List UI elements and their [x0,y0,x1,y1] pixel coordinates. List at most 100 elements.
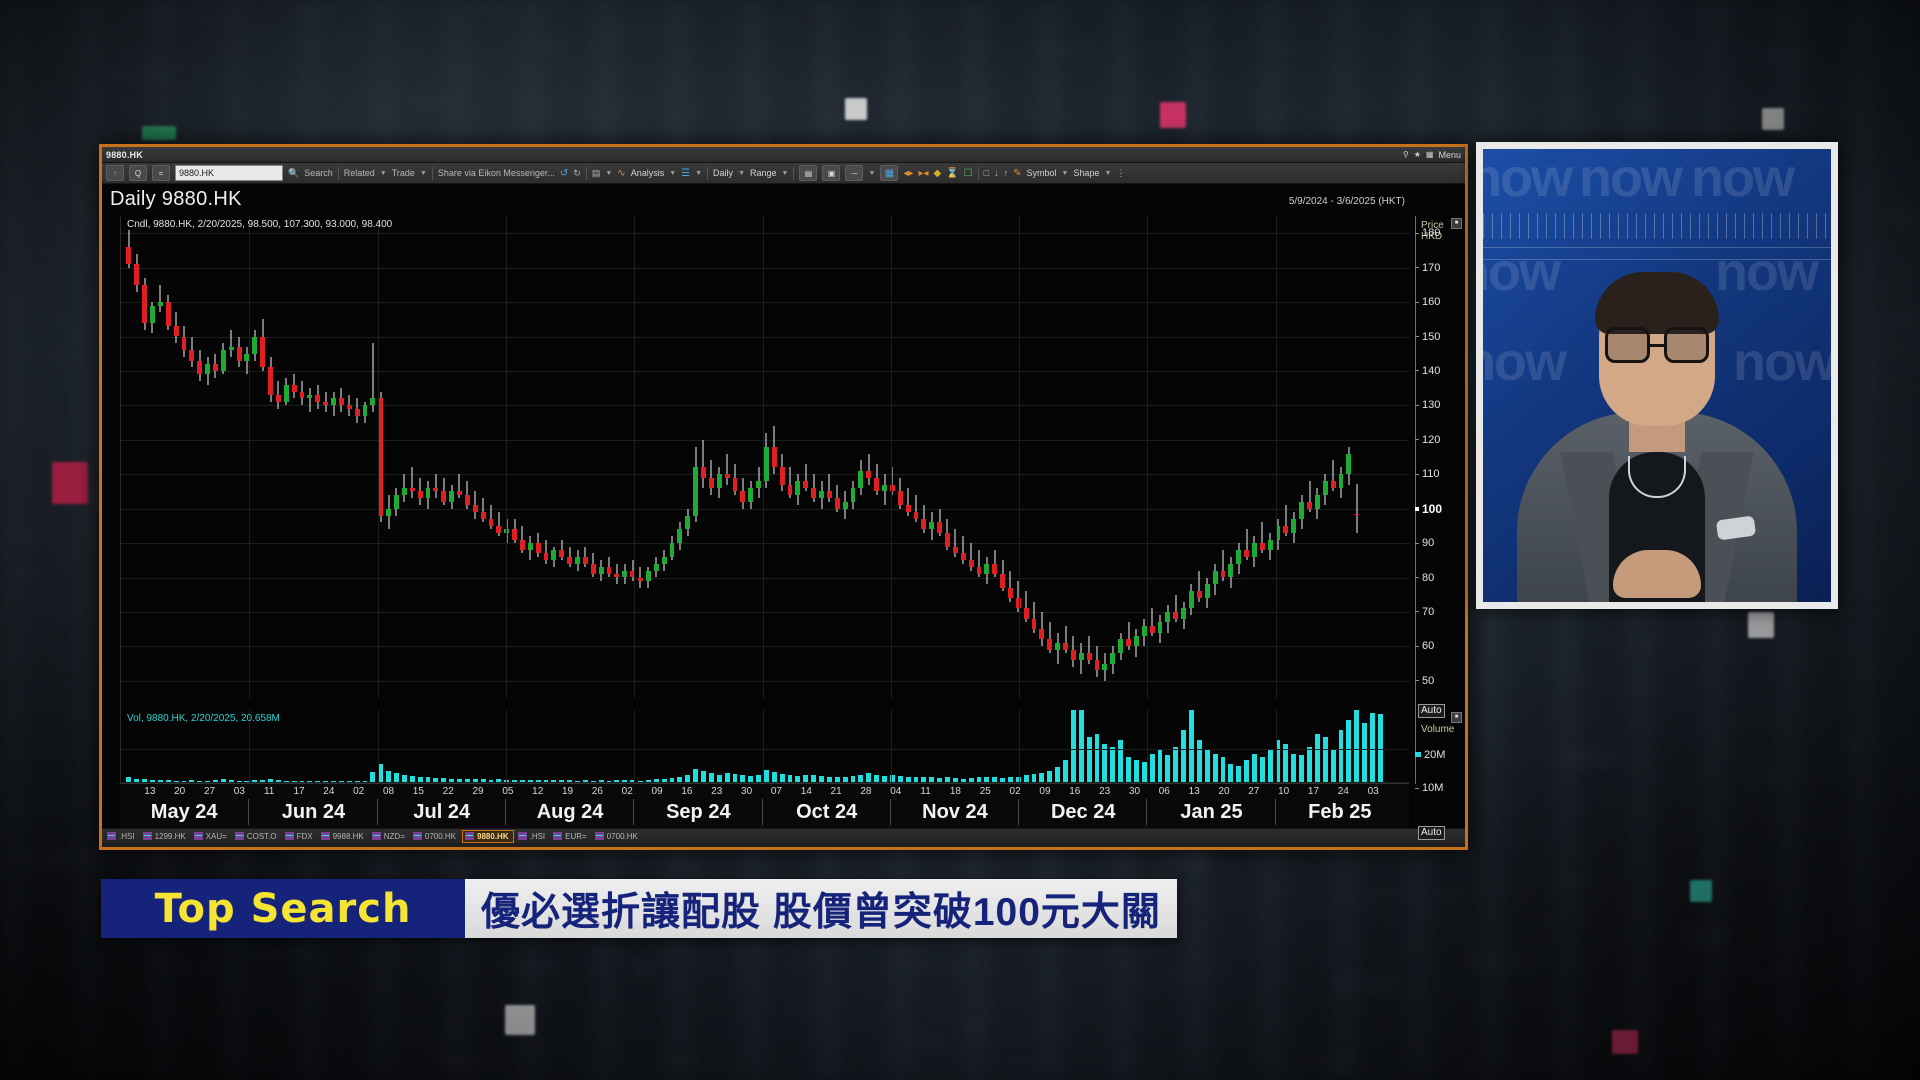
menu-button[interactable]: Menu [1438,150,1461,160]
price-axis[interactable]: Price HKD 180 170 160 150 140 130 120 110 100 90 80 7… [1409,216,1465,840]
trade-link[interactable]: Trade [392,168,415,178]
candlestick [283,216,289,698]
candlestick [559,216,565,698]
shape-button[interactable]: Shape [1073,168,1099,178]
hourglass-icon[interactable]: ⌛ [946,168,958,179]
candlestick [1196,216,1202,698]
window-titlebar[interactable]: 9880.HK ⚲ ★ ▦ Menu [102,147,1465,163]
share-eikon-messenger-link[interactable]: Share via Eikon Messenger... [438,168,555,178]
candle-body-up [850,487,856,502]
expand-horizontal-icon[interactable]: ◂▸ [903,168,913,179]
taskbar-item[interactable]: 1299.HK [141,831,190,842]
date-axis[interactable]: 13 20 27 03 11 17 24 02 08 15 22 29 05 12 19 26 02 09 16 23… [120,783,1409,828]
more-options-icon[interactable]: ⋮ [1116,168,1125,179]
download-icon[interactable]: ↓ [994,168,999,178]
chevron-down-icon-style[interactable]: ▼ [868,170,875,177]
chevron-down-icon-layers[interactable]: ▼ [695,170,702,177]
candlestick [1189,216,1194,698]
search-link[interactable]: Search [304,168,333,178]
candlestick [126,216,132,698]
candlestick [1078,216,1084,698]
layout-icon[interactable]: ▦ [1426,150,1434,159]
crop-icon[interactable]: ☐ [964,168,973,179]
analysis-icon[interactable]: ∿ [617,168,625,179]
taskbar-item-label: NZD= [383,831,405,841]
chevron-down-icon-related[interactable]: ▼ [380,170,387,177]
price-pane-settings-icon[interactable]: ■ [1451,218,1462,229]
taskbar-item-active[interactable]: 9880.HK [462,829,514,843]
taskbar-item[interactable]: COST.O [233,831,281,842]
chevron-down-icon-interval[interactable]: ▼ [738,170,745,177]
symbol-button[interactable]: Symbol [1026,168,1056,178]
star-icon[interactable]: ★ [1414,150,1421,159]
analysis-button[interactable]: Analysis [631,168,665,178]
volume-auto-scale-button[interactable]: Auto [1418,826,1445,840]
chevron-down-icon-folder[interactable]: ▼ [605,170,612,177]
chart-thumbnail-icon [234,832,244,840]
candle-body-up [1157,622,1163,633]
month-label: Dec 24 [1018,799,1147,825]
symbol-input[interactable]: 9880.HK [175,165,283,181]
chart-area[interactable]: Daily 9880.HK 5/9/2024 - 3/6/2025 (HKT) … [102,184,1465,840]
candle-body-up [1189,591,1194,609]
search-icon[interactable]: 🔍 [288,168,299,179]
chevron-down-icon-range[interactable]: ▼ [782,170,789,177]
candlestick [472,216,478,698]
interval-button[interactable]: Daily [713,168,733,178]
redo-icon[interactable]: ↻ [573,168,581,179]
chart-style-line-icon[interactable]: ─ [845,165,864,181]
taskbar-item[interactable]: .HSI [516,831,550,842]
related-link[interactable]: Related [344,168,375,178]
expand-vertical-icon[interactable]: ◆ [934,168,942,179]
undo-icon[interactable]: ↺ [560,168,568,179]
taskbar-item[interactable]: NZD= [370,831,409,842]
folder-icon[interactable]: ▤ [592,168,601,179]
collapse-horizontal-icon[interactable]: ▸◂ [918,168,928,179]
fullscreen-icon[interactable]: □ [984,168,989,178]
volume-pane[interactable]: Vol, 9880.HK, 2/20/2025, 20.658M [121,710,1409,784]
taskbar-item[interactable]: EUR= [551,831,591,842]
day-tick-label: 16 [681,786,693,797]
quote-icon[interactable]: Q [129,165,147,181]
taskbar-item[interactable]: 0700.HK [593,831,642,842]
chevron-down-icon-analysis[interactable]: ▼ [669,170,676,177]
chart-plot[interactable]: Cndl, 9880.HK, 2/20/2025, 98.500, 107.30… [120,216,1409,784]
chevron-down-icon-trade[interactable]: ▼ [420,170,427,177]
chart-toolbar[interactable]: ↑ Q = 9880.HK 🔍 Search Related ▼ Trade ▼… [102,163,1465,184]
taskbar-item[interactable]: XAU= [192,831,231,842]
instrument-taskbar[interactable]: .HSI 1299.HK XAU= COST.O FDX 9988.HK NZD= 0700.… [102,828,1465,843]
chevron-down-icon-shape[interactable]: ▼ [1104,170,1111,177]
candle-body-down [1008,587,1013,599]
month-gridline [1147,710,1149,784]
taskbar-item-label: 9880.HK [477,831,509,841]
price-pane[interactable]: Cndl, 9880.HK, 2/20/2025, 98.500, 107.30… [121,216,1409,698]
pin-icon[interactable]: ⚲ [1403,150,1409,159]
chevron-down-icon-symbol[interactable]: ▼ [1061,170,1068,177]
upload-icon[interactable]: ↑ [1004,168,1009,178]
range-button[interactable]: Range [750,168,777,178]
volume-bar [1330,750,1336,784]
volume-pane-settings-icon[interactable]: ■ [1451,712,1462,723]
volume-bar [1362,723,1368,784]
annotations-icon[interactable]: ✎ [1013,168,1021,179]
taskbar-item[interactable]: FDX [283,831,317,842]
candlestick [1307,216,1312,698]
taskbar-item[interactable]: 9988.HK [319,831,368,842]
chart-style-candle-icon[interactable]: ▤ [799,165,818,181]
equals-icon[interactable]: = [152,165,170,181]
price-auto-scale-button[interactable]: Auto [1418,704,1445,718]
upload-arrow-icon[interactable]: ↑ [106,165,124,181]
candle-body-down [1086,653,1092,661]
candle-body-up [882,484,887,492]
chart-style-bar-icon[interactable]: ▣ [822,165,841,181]
candlestick [661,216,667,698]
taskbar-item[interactable]: .HSI [105,831,139,842]
eikon-chart-window[interactable]: 9880.HK ⚲ ★ ▦ Menu ↑ Q = 9880.HK 🔍 Searc… [99,144,1468,850]
layers-icon[interactable]: ☰ [681,168,690,179]
day-tick-label: 20 [1218,786,1230,797]
candlestick [1212,216,1218,698]
taskbar-item[interactable]: 0700.HK [411,831,460,842]
candle-body-down [803,481,809,488]
chart-compare-icon[interactable]: ▦ [880,165,899,181]
candlestick [575,216,580,698]
